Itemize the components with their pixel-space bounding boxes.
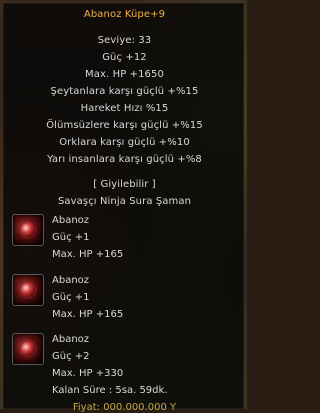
- gem-icon: [12, 214, 44, 246]
- socket-stat: Max. HP +165: [52, 309, 124, 320]
- remaining-time: Kalan Süre : 5sa. 59dk.: [52, 385, 168, 396]
- item-price-partial: Fiyat: 000.000.000 Y: [72, 402, 177, 413]
- stat-line: Max. HP +1650: [85, 69, 164, 80]
- socket-stat: Max. HP +165: [52, 249, 124, 260]
- stat-line: Hareket Hızı %15: [80, 103, 169, 114]
- item-level: Seviye: 33: [97, 35, 152, 46]
- socket-stat: Güç +1: [52, 232, 90, 243]
- socket-stat: Güç +2: [52, 351, 90, 362]
- stat-line: Ölümsüzlere karşı güçlü +%15: [46, 120, 203, 131]
- socket-name: Abanoz: [52, 215, 90, 226]
- stat-line: Yarı insanlara karşı güçlü +%8: [47, 154, 202, 165]
- socket-name: Abanoz: [52, 334, 90, 345]
- wearable-classes: Savaşçı Ninja Sura Şaman: [57, 196, 192, 207]
- stat-line: Şeytanlara karşı güçlü +%15: [50, 86, 199, 97]
- gem-icon: [12, 274, 44, 306]
- socket-name: Abanoz: [52, 275, 90, 286]
- stat-line: Orklara karşı güçlü +%10: [59, 137, 190, 148]
- item-tooltip: Abanoz Küpe+9 Seviye: 33 Güç +12 Max. HP…: [3, 3, 244, 413]
- socket-slot-3: Abanoz Güç +2 Max. HP +330 Kalan Süre : …: [8, 330, 241, 396]
- socket-stat: Güç +1: [52, 292, 90, 303]
- socket-slot-1: Abanoz Güç +1 Max. HP +165: [8, 211, 241, 271]
- wearable-header: [ Giyilebilir ]: [93, 179, 156, 190]
- gem-icon: [12, 333, 44, 365]
- socket-slot-2: Abanoz Güç +1 Max. HP +165: [8, 271, 241, 331]
- item-title: Abanoz Küpe+9: [83, 9, 166, 20]
- socket-stat: Max. HP +330: [52, 368, 124, 379]
- stat-line: Güç +12: [102, 52, 147, 63]
